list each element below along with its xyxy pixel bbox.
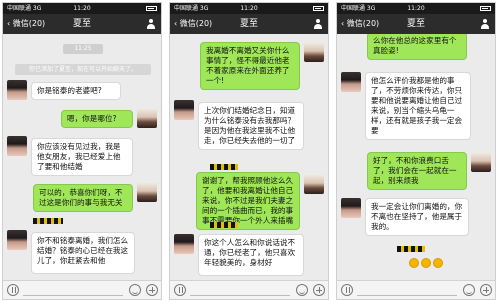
title-bar: ‹ 微信(20) 夏至 [170,14,328,34]
message-incoming[interactable]: 你是铭泰的老婆吧? [31,82,121,100]
avatar[interactable] [7,230,27,250]
message-outgoing[interactable]: 么你在他总的这家里有个真脸姿! [367,34,467,60]
input-bar [337,280,495,299]
avatar[interactable] [341,72,361,92]
message-incoming[interactable]: 上次你们结婚纪念日，知道为什么铭泰没有去我那吗？是因为他在我这里我不让他走，你已… [198,102,304,150]
message-incoming[interactable]: 你这个人怎么和你说话说不通，你已经老了，他只喜欢年轻貌美的，身材好 [198,234,304,276]
message-input[interactable] [357,284,457,296]
phone-screen-1: 中国联通 3G 11:20 ‹ 微信(20) 夏至 11:25 你已添加了夏至，… [2,2,162,300]
message-incoming[interactable]: 你应该没有见过我，我是他女朋友，我已经爱上他了要和他结婚 [31,138,133,176]
input-bar [170,280,328,299]
avatar[interactable] [304,42,324,62]
input-bar [3,280,161,299]
censor-bar [397,246,425,252]
battery-icon [146,6,157,11]
status-bar: 中国联通 3G 11:20 [3,3,161,14]
message-outgoing[interactable]: 好了，不和你浪费口舌了，我们会在一起就在一起，别来烦我 [367,152,467,190]
avatar[interactable] [7,80,27,100]
plus-icon[interactable] [480,284,492,296]
clock: 11:20 [407,5,425,12]
censor-bar [33,218,63,224]
clock: 11:20 [240,5,258,12]
avatar[interactable] [174,234,194,254]
chat-title: 夏至 [72,19,91,29]
system-message: 你已添加了夏至，现在可以开始聊天了。 [15,64,151,75]
avatar[interactable] [174,100,194,120]
censor-bar [210,222,238,228]
title-bar: ‹ 微信(20) 夏至 [3,14,161,34]
message-outgoing[interactable]: 可以的，恭喜你们呀，不过这是你们的事与我无关 [33,184,133,212]
chat-area[interactable]: 我离婚不离婚又关你什么事情了，怪不得最近他老不着家原来在外面还养了一个! 上次你… [170,34,328,280]
message-incoming[interactable]: 你不和铭泰离婚，我们怎么结婚？铭泰的心已经在我这儿了，你赶紧去和他 [31,232,135,274]
message-incoming[interactable]: 我一定会让你们离婚的，你不离也在坚持了，他是属于我的。 [365,198,469,236]
plus-icon[interactable] [313,284,325,296]
avatar[interactable] [471,152,491,172]
emoji-icon [409,258,419,268]
user-icon[interactable] [480,19,490,29]
chat-title: 夏至 [406,19,425,29]
emoji-icon[interactable] [463,284,475,296]
emoji-icon[interactable] [296,284,308,296]
emoji-icon [433,258,443,268]
message-incoming[interactable]: 他怎么评价我都是他的事了，不劳烦你来传达，你只要和他说要离婚让他自己过来说，别当… [365,72,471,140]
avatar[interactable] [137,182,157,202]
censor-bar [210,164,238,170]
chat-area[interactable]: 么你在他总的这家里有个真脸姿! 他怎么评价我都是他的事了，不劳烦你来传达，你只要… [337,34,495,280]
voice-icon[interactable] [341,284,353,296]
chat-area[interactable]: 11:25 你已添加了夏至，现在可以开始聊天了。 你是铭泰的老婆吧? 嗯，你是哪… [3,34,161,280]
emoji-icon[interactable] [129,284,141,296]
avatar[interactable] [7,136,27,156]
phone-screen-2: 中国联通 3G 11:20 ‹ 微信(20) 夏至 我离婚不离婚又关你什么事情了… [169,2,329,300]
message-outgoing[interactable]: 嗯，你是哪位? [61,110,133,128]
battery-icon [313,6,324,11]
user-icon[interactable] [313,19,323,29]
message-input[interactable] [23,284,123,296]
plus-icon[interactable] [146,284,158,296]
avatar[interactable] [304,174,324,194]
voice-icon[interactable] [7,284,19,296]
clock: 11:20 [73,5,91,12]
message-outgoing[interactable]: 我离婚不离婚又关你什么事情了，怪不得最近他老不着家原来在外面还养了一个! [200,42,300,90]
voice-icon[interactable] [174,284,186,296]
message-input[interactable] [190,284,290,296]
timestamp: 11:25 [63,44,103,54]
user-icon[interactable] [146,19,156,29]
avatar[interactable] [137,108,157,128]
status-bar: 中国联通 3G 11:20 [170,3,328,14]
chat-title: 夏至 [239,19,258,29]
title-bar: ‹ 微信(20) 夏至 [337,14,495,34]
status-bar: 中国联通 3G 11:20 [337,3,495,14]
phone-screen-3: 中国联通 3G 11:20 ‹ 微信(20) 夏至 么你在他总的这家里有个真脸姿… [336,2,496,300]
avatar[interactable] [341,198,361,218]
emoji-icon [421,258,431,268]
battery-icon [480,6,491,11]
